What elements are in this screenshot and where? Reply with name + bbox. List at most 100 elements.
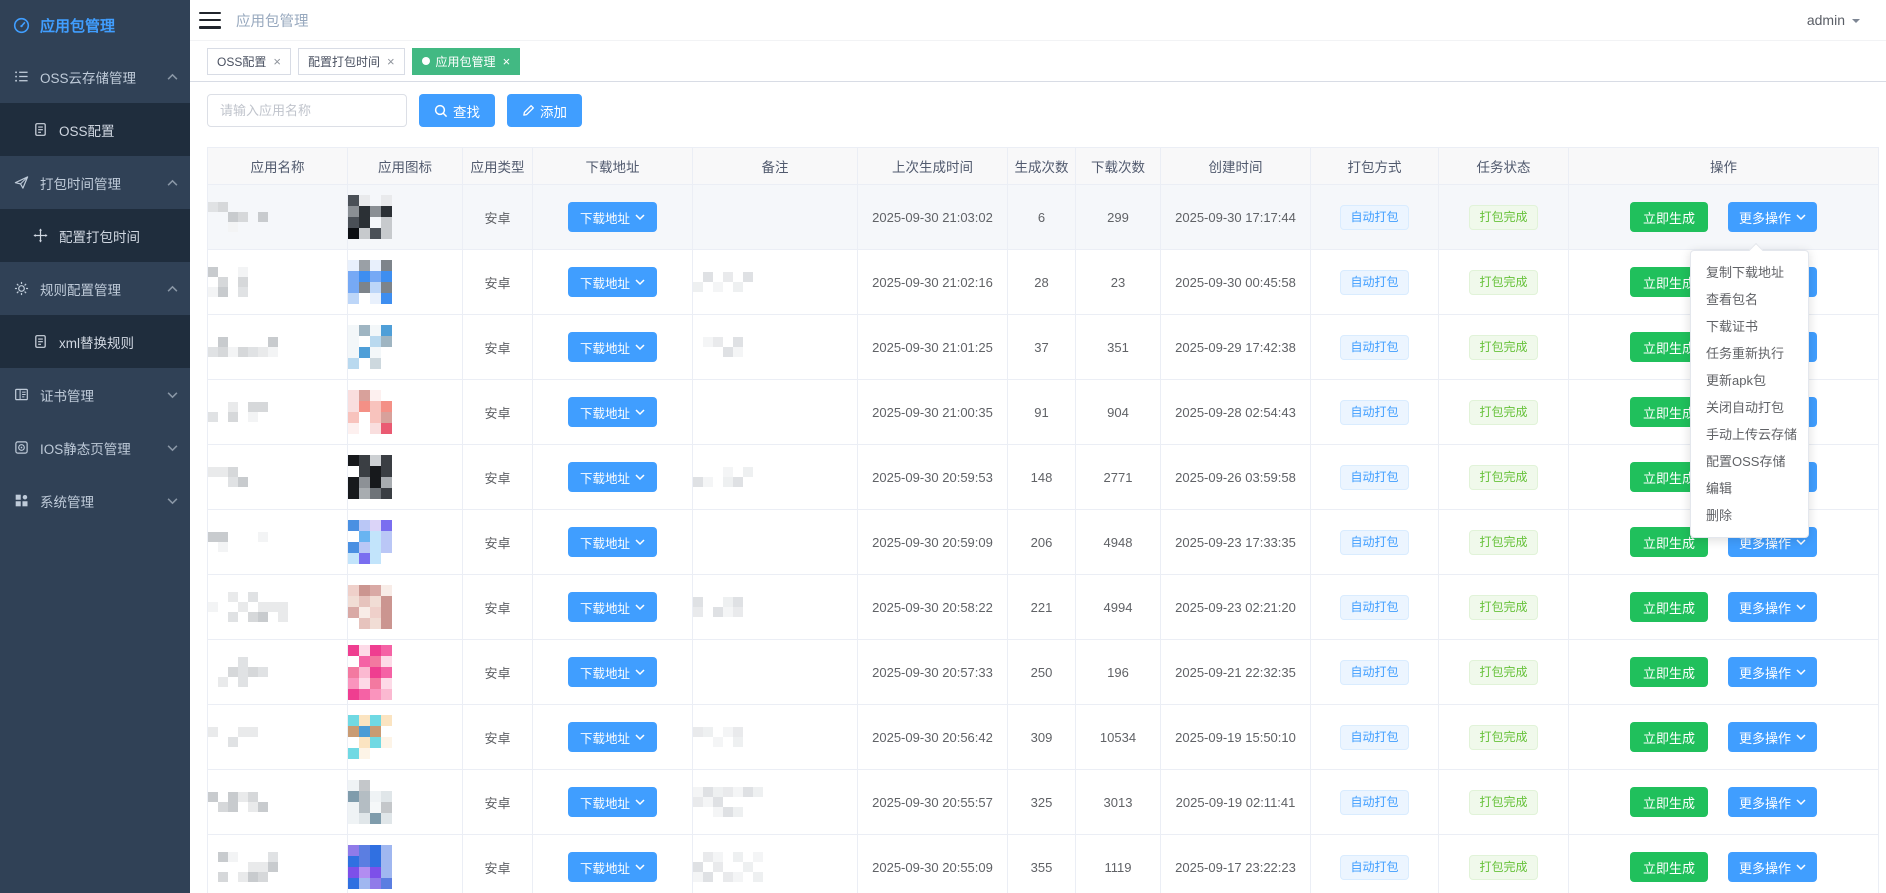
download-url-button[interactable]: 下载地址 [568, 787, 657, 817]
move-icon [33, 228, 48, 243]
tab-oss-config[interactable]: OSS配置 × [207, 48, 291, 75]
row-actions: 立即生成 更多操作 [1569, 787, 1878, 817]
sidebar-logo: 应用包管理 [0, 0, 190, 50]
sidebar-item-rule-config[interactable]: 规则配置管理 [0, 262, 190, 315]
app-type: 安卓 [484, 536, 510, 551]
dropdown-item-config-oss[interactable]: 配置OSS存储 [1691, 448, 1808, 475]
last-generated-time: 2025-09-30 21:02:16 [858, 250, 1008, 315]
close-icon[interactable]: × [503, 55, 511, 68]
app-type: 安卓 [484, 341, 510, 356]
download-url-button[interactable]: 下载地址 [568, 332, 657, 362]
dropdown-item-delete[interactable]: 删除 [1691, 502, 1808, 529]
pack-mode-badge: 自动打包 [1340, 270, 1408, 295]
app-window: 应用包管理 OSS云存储管理 OSS配置 打包时间管理 配置打包时间 规则配置管… [0, 0, 1886, 893]
download-url-button[interactable]: 下载地址 [568, 462, 657, 492]
download-url-button[interactable]: 下载地址 [568, 657, 657, 687]
sidebar-item-pack-time-config[interactable]: 配置打包时间 [0, 209, 190, 262]
chevron-down-icon [167, 497, 178, 505]
dropdown-item-view-package-name[interactable]: 查看包名 [1691, 286, 1808, 313]
dropdown-item-rerun-task[interactable]: 任务重新执行 [1691, 340, 1808, 367]
dropdown-item-edit[interactable]: 编辑 [1691, 475, 1808, 502]
more-actions-button[interactable]: 更多操作 [1728, 852, 1817, 882]
download-count: 4994 [1076, 575, 1161, 640]
sidebar-item-pack-time[interactable]: 打包时间管理 [0, 156, 190, 209]
task-status-badge: 打包完成 [1469, 335, 1537, 360]
download-url-button[interactable]: 下载地址 [568, 527, 657, 557]
download-url-button[interactable]: 下载地址 [568, 267, 657, 297]
remark-redacted [693, 727, 857, 747]
close-icon[interactable]: × [387, 55, 395, 68]
generate-count: 325 [1008, 770, 1076, 835]
search-button[interactable]: 查找 [419, 94, 495, 127]
download-url-button[interactable]: 下载地址 [568, 202, 657, 232]
dropdown-item-manual-upload-cloud[interactable]: 手动上传云存储 [1691, 421, 1808, 448]
sidebar-item-ios-static-page[interactable]: IOS静态页管理 [0, 421, 190, 474]
created-time: 2025-09-29 17:42:38 [1161, 315, 1311, 380]
table-row: 安卓 下载地址 2025-09-30 21:01:25 37 351 2025-… [208, 315, 1879, 380]
pack-mode-badge: 自动打包 [1340, 790, 1408, 815]
tags-bar: OSS配置 × 配置打包时间 × 应用包管理 × [190, 41, 1886, 82]
download-url-button[interactable]: 下载地址 [568, 852, 657, 882]
more-actions-button[interactable]: 更多操作 [1728, 722, 1817, 752]
tab-app-package[interactable]: 应用包管理 × [412, 48, 521, 75]
add-button[interactable]: 添加 [507, 94, 582, 127]
chevron-down-icon [635, 343, 645, 351]
col-last-generated: 上次生成时间 [858, 148, 1008, 185]
dropdown-item-download-certificate[interactable]: 下载证书 [1691, 313, 1808, 340]
more-actions-button[interactable]: 更多操作 [1728, 202, 1817, 232]
app-name-redacted [208, 792, 347, 812]
app-icon-redacted [348, 260, 462, 304]
generate-now-button[interactable]: 立即生成 [1630, 592, 1708, 622]
row-actions: 立即生成 更多操作 [1569, 722, 1878, 752]
task-status-badge: 打包完成 [1469, 205, 1537, 230]
app-name-redacted [208, 532, 347, 552]
task-status-badge: 打包完成 [1469, 465, 1537, 490]
more-actions-button[interactable]: 更多操作 [1728, 787, 1817, 817]
generate-now-button[interactable]: 立即生成 [1630, 852, 1708, 882]
task-status-badge: 打包完成 [1469, 660, 1537, 685]
remark-redacted [693, 852, 857, 882]
download-url-button[interactable]: 下载地址 [568, 722, 657, 752]
download-url-button[interactable]: 下载地址 [568, 592, 657, 622]
user-menu[interactable]: admin [1807, 12, 1860, 28]
dropdown-item-copy-url[interactable]: 复制下载地址 [1691, 259, 1808, 286]
sidebar-item-xml-rule[interactable]: xml替换规则 [0, 315, 190, 368]
app-title: 应用包管理 [40, 15, 115, 36]
generate-now-button[interactable]: 立即生成 [1630, 657, 1708, 687]
sidebar-item-certificate[interactable]: 证书管理 [0, 368, 190, 421]
created-time: 2025-09-23 17:33:35 [1161, 510, 1311, 575]
row-actions: 立即生成 更多操作 [1569, 852, 1878, 882]
hamburger-menu-icon[interactable] [199, 12, 221, 29]
remark-redacted [693, 467, 857, 487]
more-actions-button[interactable]: 更多操作 [1728, 657, 1817, 687]
search-input[interactable] [207, 94, 407, 127]
close-icon[interactable]: × [273, 55, 281, 68]
generate-now-button[interactable]: 立即生成 [1630, 787, 1708, 817]
chevron-down-icon [635, 863, 645, 871]
send-icon [14, 175, 29, 190]
app-icon-redacted [348, 195, 462, 239]
row-actions: 立即生成 更多操作 [1569, 202, 1878, 232]
document-icon [33, 334, 48, 349]
remark-redacted [693, 787, 857, 817]
more-actions-button[interactable]: 更多操作 [1728, 592, 1817, 622]
download-url-button[interactable]: 下载地址 [568, 397, 657, 427]
sidebar-item-oss-config[interactable]: OSS配置 [0, 103, 190, 156]
generate-now-button[interactable]: 立即生成 [1630, 202, 1708, 232]
dropdown-item-update-apk[interactable]: 更新apk包 [1691, 367, 1808, 394]
table-row: 安卓 下载地址 2025-09-30 21:03:02 6 299 2025-0… [208, 185, 1879, 250]
generate-count: 250 [1008, 640, 1076, 705]
sidebar-item-oss-cloud[interactable]: OSS云存储管理 [0, 50, 190, 103]
chevron-down-icon [635, 278, 645, 286]
generate-count: 28 [1008, 250, 1076, 315]
tab-pack-time-config[interactable]: 配置打包时间 × [298, 48, 405, 75]
col-task-status: 任务状态 [1439, 148, 1569, 185]
last-generated-time: 2025-09-30 20:57:33 [858, 640, 1008, 705]
created-time: 2025-09-23 02:21:20 [1161, 575, 1311, 640]
pack-mode-badge: 自动打包 [1340, 465, 1408, 490]
dropdown-item-disable-auto-pack[interactable]: 关闭自动打包 [1691, 394, 1808, 421]
sidebar-item-system[interactable]: 系统管理 [0, 474, 190, 527]
app-icon-redacted [348, 645, 462, 700]
col-app-type: 应用类型 [463, 148, 533, 185]
generate-now-button[interactable]: 立即生成 [1630, 722, 1708, 752]
